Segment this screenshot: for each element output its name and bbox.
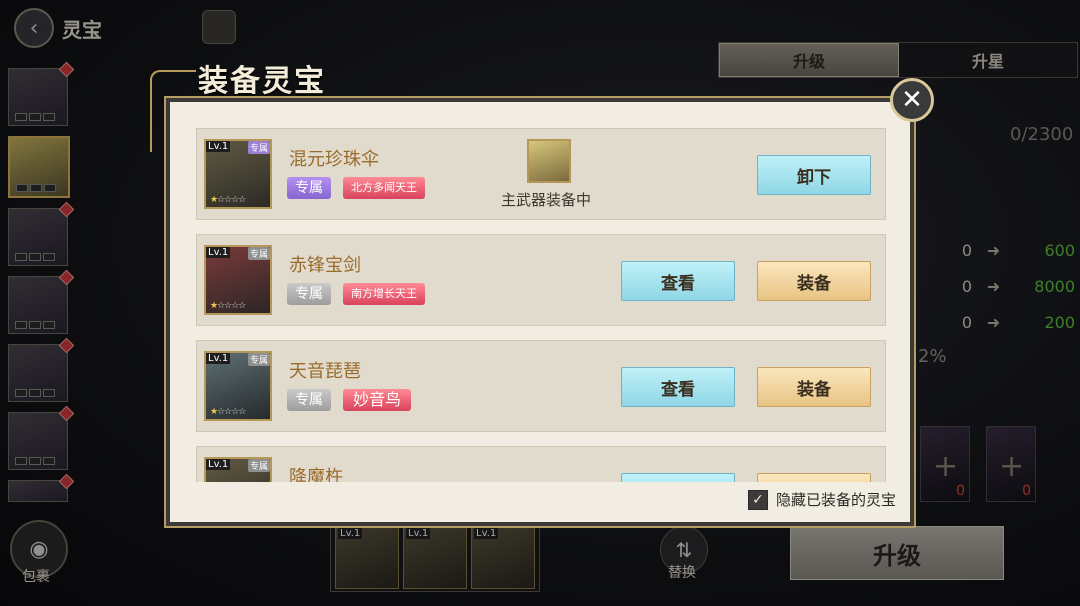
view-button[interactable]: 查看 (621, 367, 735, 407)
star-icon: ★☆☆☆☆ (210, 301, 246, 311)
star-icon: ★☆☆☆☆ (210, 195, 246, 205)
item-level: Lv.1 (206, 247, 231, 258)
exclusive-badge: 专属 (287, 389, 331, 411)
equip-button[interactable] (757, 473, 871, 482)
list-item: Lv.1 专属 ★☆☆☆☆ 赤锋宝剑 专属 南方增长天王 查看 装备 (196, 234, 886, 326)
item-name: 天音琵琶 (289, 361, 361, 382)
item-level: Lv.1 (206, 141, 231, 152)
item-level: Lv.1 (206, 353, 231, 364)
star-filled: ★ (210, 407, 218, 417)
view-button[interactable] (621, 473, 735, 482)
equipped-status: 主武器装备中 (501, 191, 592, 209)
item-tag: 专属 (247, 247, 270, 260)
equip-dialog: Lv.1 专属 ★☆☆☆☆ 混元珍珠伞 专属 北方多闻天王 主武器装备中 卸下 … (166, 98, 914, 526)
owner-badge: 南方增长天王 (343, 283, 425, 305)
star-icon: ★☆☆☆☆ (210, 407, 246, 417)
close-button[interactable]: ✕ (890, 78, 934, 122)
owner-badge: 北方多闻天王 (343, 177, 425, 199)
equip-button[interactable]: 装备 (757, 261, 871, 301)
item-tag: 专属 (247, 459, 270, 472)
check-icon[interactable]: ✓ (747, 489, 768, 510)
item-icon[interactable]: Lv.1 专属 ★☆☆☆☆ (204, 351, 272, 421)
owner-badge: 妙音鸟 (343, 389, 412, 411)
dialog-title: 装备灵宝 (198, 64, 326, 99)
list-item: Lv.1 专属 降魔杵 (196, 446, 886, 482)
item-icon[interactable]: Lv.1 专属 ★☆☆☆☆ (204, 139, 272, 209)
close-icon: ✕ (901, 85, 923, 115)
item-level: Lv.1 (206, 459, 231, 470)
hide-equipped-toggle[interactable]: ✓ 隐藏已装备的灵宝 (747, 489, 896, 510)
view-button[interactable]: 查看 (621, 261, 735, 301)
item-name: 赤锋宝剑 (289, 255, 361, 276)
item-icon[interactable]: Lv.1 专属 (204, 457, 272, 482)
list-item: Lv.1 专属 ★☆☆☆☆ 天音琵琶 专属 妙音鸟 查看 装备 (196, 340, 886, 432)
exclusive-badge: 专属 (287, 283, 331, 305)
item-name: 混元珍珠伞 (289, 149, 379, 170)
item-list[interactable]: Lv.1 专属 ★☆☆☆☆ 混元珍珠伞 专属 北方多闻天王 主武器装备中 卸下 … (196, 128, 890, 482)
item-name: 降魔杵 (289, 467, 343, 482)
item-tag: 专属 (247, 141, 270, 154)
character-avatar (527, 139, 571, 183)
exclusive-badge: 专属 (287, 177, 331, 199)
star-filled: ★ (210, 195, 218, 205)
equip-button[interactable]: 装备 (757, 367, 871, 407)
star-filled: ★ (210, 301, 218, 311)
item-tag: 专属 (247, 353, 270, 366)
item-icon[interactable]: Lv.1 专属 ★☆☆☆☆ (204, 245, 272, 315)
list-item: Lv.1 专属 ★☆☆☆☆ 混元珍珠伞 专属 北方多闻天王 主武器装备中 卸下 (196, 128, 886, 220)
unequip-button[interactable]: 卸下 (757, 155, 871, 195)
hide-equipped-label: 隐藏已装备的灵宝 (775, 491, 896, 509)
